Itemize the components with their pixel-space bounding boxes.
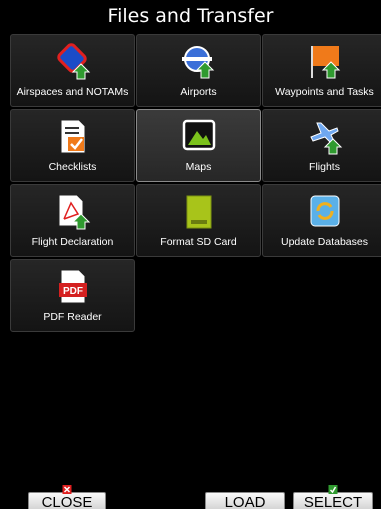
check-icon xyxy=(328,485,338,494)
maps-icon xyxy=(182,119,215,151)
tile-label: Update Databases xyxy=(281,236,368,248)
tile-checklists[interactable]: Checklists xyxy=(10,109,135,182)
tile-label: Format SD Card xyxy=(160,236,237,248)
tile-flights[interactable]: Flights xyxy=(262,109,381,182)
airports-icon xyxy=(181,46,214,79)
pdf-icon-text: PDF xyxy=(63,286,83,297)
airspaces-icon xyxy=(56,43,90,80)
flight-declaration-icon xyxy=(58,194,90,230)
page-title: Files and Transfer xyxy=(107,5,274,27)
load-button-label: LOAD xyxy=(224,494,266,509)
tile-label: Airports xyxy=(180,86,217,98)
select-button[interactable]: SELECT xyxy=(293,485,373,509)
sd-card-icon xyxy=(186,195,211,229)
waypoints-icon xyxy=(310,46,340,79)
tile-airports[interactable]: Airports xyxy=(136,34,261,107)
load-button[interactable]: LOAD xyxy=(205,492,285,509)
pdf-icon: PDF xyxy=(58,269,87,304)
tile-format-sd-card[interactable]: Format SD Card xyxy=(136,184,261,257)
close-icon xyxy=(62,485,72,494)
tile-label: Airspaces and NOTAMs xyxy=(16,86,129,98)
close-button[interactable]: CLOSE xyxy=(28,485,106,509)
checklist-icon xyxy=(60,119,85,154)
tile-label: Waypoints and Tasks xyxy=(275,86,374,98)
tile-pdf-reader[interactable]: PDF PDF Reader xyxy=(10,259,135,332)
tile-label: Checklists xyxy=(48,161,97,173)
tile-update-databases[interactable]: Update Databases xyxy=(262,184,381,257)
tile-flight-declaration[interactable]: Flight Declaration xyxy=(10,184,135,257)
tile-label: Maps xyxy=(185,161,212,173)
tile-maps[interactable]: Maps xyxy=(136,109,261,182)
tile-waypoints[interactable]: Waypoints and Tasks xyxy=(262,34,381,107)
update-databases-icon xyxy=(310,195,339,227)
close-button-label: CLOSE xyxy=(41,494,93,509)
tile-label: Flight Declaration xyxy=(31,236,114,248)
select-button-label: SELECT xyxy=(303,494,363,509)
tile-label: Flights xyxy=(309,161,340,173)
tile-airspaces[interactable]: Airspaces and NOTAMs xyxy=(10,34,135,107)
flights-icon xyxy=(309,122,342,155)
tile-label: PDF Reader xyxy=(43,311,102,323)
